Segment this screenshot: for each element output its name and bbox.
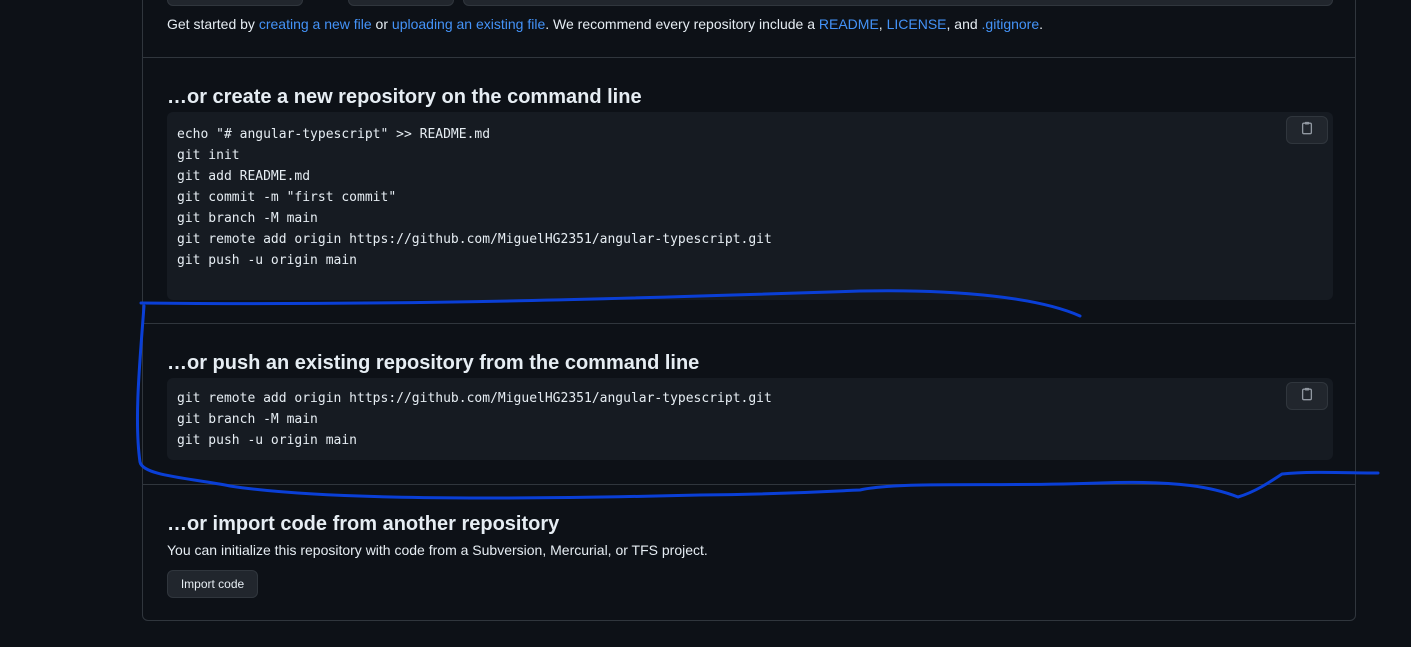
section-divider <box>143 57 1355 58</box>
intro-text: . <box>1039 16 1044 32</box>
clipboard-icon <box>1300 121 1314 140</box>
top-control-left[interactable] <box>167 0 303 6</box>
top-control-middle[interactable] <box>348 0 454 6</box>
code-line: git commit -m "first commit" <box>177 190 397 205</box>
intro-text: . We recommend every repository include … <box>545 16 819 32</box>
code-line: git init <box>177 148 240 163</box>
code-line: git push -u origin main <box>177 253 358 268</box>
upload-existing-file-link[interactable]: uploading an existing file <box>392 16 545 32</box>
code-line: git remote add origin https://github.com… <box>177 232 772 247</box>
code-line: git push -u origin main <box>177 433 358 448</box>
intro-text: , and <box>946 16 982 32</box>
clipboard-icon <box>1300 387 1314 406</box>
create-repo-heading: …or create a new repository on the comma… <box>167 86 642 108</box>
import-code-description: You can initialize this repository with … <box>167 542 708 558</box>
push-repo-heading: …or push an existing repository from the… <box>167 352 700 374</box>
import-code-heading: …or import code from another repository <box>167 513 560 535</box>
readme-link[interactable]: README <box>819 16 879 32</box>
license-link[interactable]: LICENSE <box>887 16 947 32</box>
code-line: git remote add origin https://github.com… <box>177 391 772 406</box>
intro-text: , <box>878 16 887 32</box>
top-url-field[interactable] <box>463 0 1333 6</box>
gitignore-link[interactable]: .gitignore <box>982 16 1040 32</box>
copy-push-commands-button[interactable] <box>1286 382 1328 410</box>
get-started-text: Get started by creating a new file or up… <box>167 16 1043 32</box>
copy-create-commands-button[interactable] <box>1286 116 1328 144</box>
intro-text: Get started by <box>167 16 259 32</box>
push-repo-code-block: git remote add origin https://github.com… <box>167 378 1333 460</box>
code-line: git branch -M main <box>177 211 318 226</box>
code-line: git branch -M main <box>177 412 318 427</box>
intro-text: or <box>371 16 392 32</box>
create-repo-code-block: echo "# angular-typescript" >> README.md… <box>167 112 1333 300</box>
section-divider <box>143 323 1355 324</box>
section-divider <box>143 484 1355 485</box>
import-code-button[interactable]: Import code <box>167 570 258 598</box>
create-new-file-link[interactable]: creating a new file <box>259 16 372 32</box>
code-line: git add README.md <box>177 169 311 184</box>
repo-quick-setup: Get started by creating a new file or up… <box>0 0 1411 647</box>
code-line: echo "# angular-typescript" >> README.md <box>177 127 491 142</box>
